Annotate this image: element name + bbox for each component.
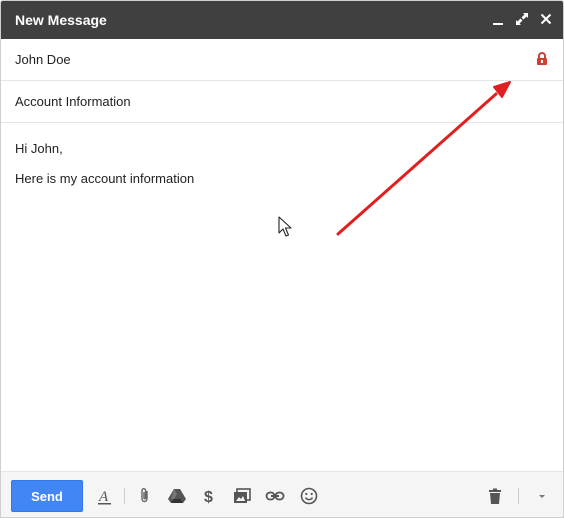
svg-text:$: $ bbox=[204, 489, 213, 506]
expand-icon[interactable] bbox=[513, 10, 531, 28]
photo-icon[interactable] bbox=[232, 486, 252, 506]
compose-window: New Message John Doe Account Information bbox=[0, 0, 564, 518]
lock-icon[interactable] bbox=[535, 51, 549, 67]
formatting-icon[interactable]: A bbox=[95, 486, 115, 506]
more-options-icon[interactable] bbox=[532, 486, 552, 506]
subject-field[interactable]: Account Information bbox=[1, 81, 563, 123]
recipient-value: John Doe bbox=[15, 52, 71, 67]
toolbar-divider bbox=[124, 488, 125, 504]
compose-titlebar[interactable]: New Message bbox=[1, 1, 563, 39]
link-icon[interactable] bbox=[265, 486, 285, 506]
money-icon[interactable]: $ bbox=[199, 486, 219, 506]
drive-icon[interactable] bbox=[167, 486, 187, 506]
attach-icon[interactable] bbox=[135, 486, 155, 506]
close-icon[interactable] bbox=[537, 10, 555, 28]
minimize-icon[interactable] bbox=[489, 10, 507, 28]
recipients-field[interactable]: John Doe bbox=[1, 39, 563, 81]
svg-text:A: A bbox=[98, 489, 109, 505]
send-button[interactable]: Send bbox=[11, 480, 83, 512]
toolbar-divider-right bbox=[518, 488, 519, 504]
body-line-content: Here is my account information bbox=[15, 171, 195, 186]
message-body[interactable]: Hi John, Here is my account information bbox=[1, 125, 563, 471]
body-line-greeting: Hi John, bbox=[15, 141, 63, 156]
subject-value: Account Information bbox=[15, 94, 131, 109]
compose-toolbar: Send A $ bbox=[1, 471, 563, 517]
mouse-cursor-icon bbox=[278, 216, 292, 237]
window-title: New Message bbox=[15, 12, 107, 28]
trash-icon[interactable] bbox=[485, 486, 505, 506]
emoji-icon[interactable] bbox=[299, 486, 319, 506]
